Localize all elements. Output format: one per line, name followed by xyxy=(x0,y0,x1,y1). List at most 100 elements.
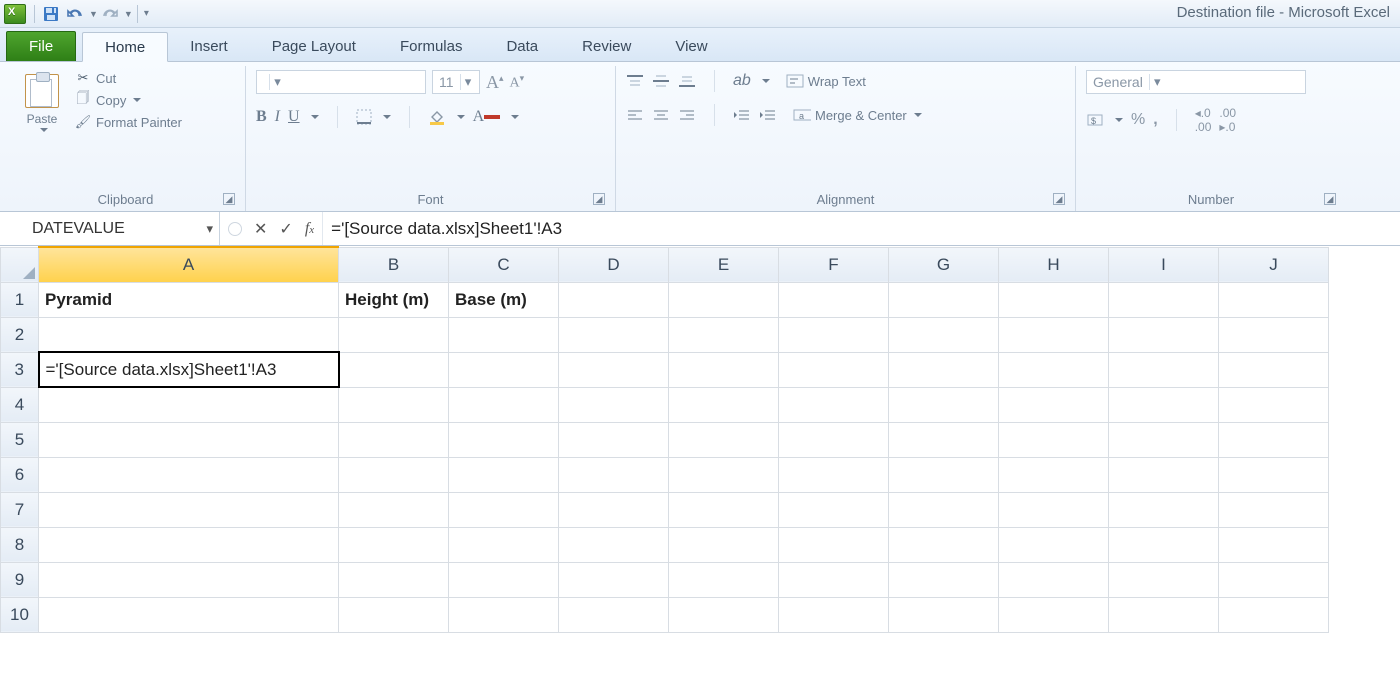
shrink-font-icon[interactable]: A▾ xyxy=(510,73,525,92)
cell[interactable] xyxy=(559,597,669,632)
cell[interactable] xyxy=(1219,422,1329,457)
cell[interactable] xyxy=(559,527,669,562)
decrease-decimal-icon[interactable]: .00▸.0 xyxy=(1219,106,1236,134)
col-header-B[interactable]: B xyxy=(339,247,449,282)
redo-icon[interactable] xyxy=(99,4,121,24)
cell-B1[interactable]: Height (m) xyxy=(339,282,449,317)
row-header[interactable]: 4 xyxy=(1,387,39,422)
select-all-corner[interactable] xyxy=(1,247,39,282)
percent-icon[interactable]: % xyxy=(1131,111,1145,129)
cell[interactable] xyxy=(449,387,559,422)
cell[interactable] xyxy=(669,282,779,317)
col-header-F[interactable]: F xyxy=(779,247,889,282)
tab-insert[interactable]: Insert xyxy=(168,31,250,61)
wrap-text-button[interactable]: Wrap Text xyxy=(786,73,866,89)
cell[interactable] xyxy=(449,317,559,352)
cell[interactable] xyxy=(779,422,889,457)
cell[interactable] xyxy=(39,422,339,457)
cell[interactable] xyxy=(779,317,889,352)
row-header[interactable]: 6 xyxy=(1,457,39,492)
insert-function-button[interactable]: fx xyxy=(305,220,314,238)
cell[interactable] xyxy=(1109,457,1219,492)
tab-file[interactable]: File xyxy=(6,31,76,61)
col-header-A[interactable]: A xyxy=(39,247,339,282)
italic-button[interactable]: I xyxy=(275,108,280,126)
cell[interactable] xyxy=(779,352,889,387)
grow-font-icon[interactable]: A▴ xyxy=(486,72,504,93)
tab-review[interactable]: Review xyxy=(560,31,653,61)
cell[interactable] xyxy=(39,562,339,597)
row-header[interactable]: 3 xyxy=(1,352,39,387)
cell[interactable] xyxy=(999,317,1109,352)
row-header[interactable]: 8 xyxy=(1,527,39,562)
cell[interactable] xyxy=(449,597,559,632)
cell[interactable] xyxy=(1109,317,1219,352)
cell[interactable] xyxy=(1219,457,1329,492)
tab-formulas[interactable]: Formulas xyxy=(378,31,485,61)
row-header[interactable]: 2 xyxy=(1,317,39,352)
cell[interactable] xyxy=(889,457,999,492)
cell[interactable] xyxy=(669,597,779,632)
cell[interactable] xyxy=(559,457,669,492)
fill-color-button[interactable] xyxy=(428,109,446,125)
cell[interactable] xyxy=(339,597,449,632)
cell[interactable] xyxy=(559,387,669,422)
cell-A3-editing[interactable]: ='[Source data.xlsx]Sheet1'!A3 xyxy=(39,352,339,387)
align-top-icon[interactable] xyxy=(626,74,644,88)
col-header-I[interactable]: I xyxy=(1109,247,1219,282)
cell-A1[interactable]: Pyramid xyxy=(39,282,339,317)
cell[interactable] xyxy=(889,387,999,422)
copy-button[interactable]: Copy xyxy=(74,92,182,108)
row-header[interactable]: 7 xyxy=(1,492,39,527)
cell[interactable] xyxy=(889,422,999,457)
cell[interactable] xyxy=(779,527,889,562)
cell[interactable] xyxy=(889,352,999,387)
cell[interactable] xyxy=(339,352,449,387)
font-size-dropdown[interactable]: 11 ▾ xyxy=(432,70,480,94)
cell[interactable] xyxy=(889,562,999,597)
cell[interactable] xyxy=(669,422,779,457)
alignment-launcher-icon[interactable]: ◢ xyxy=(1053,193,1065,205)
cell[interactable] xyxy=(39,492,339,527)
format-painter-button[interactable]: Format Painter xyxy=(74,114,182,130)
font-name-dropdown[interactable]: ▾ xyxy=(256,70,426,94)
decrease-indent-icon[interactable] xyxy=(733,108,751,122)
cell[interactable] xyxy=(1109,597,1219,632)
cell[interactable] xyxy=(889,597,999,632)
save-icon[interactable] xyxy=(40,4,62,24)
bold-button[interactable]: B xyxy=(256,108,267,126)
paste-dropdown-icon[interactable] xyxy=(40,128,48,136)
merge-dropdown-icon[interactable] xyxy=(914,113,922,121)
cell[interactable] xyxy=(779,387,889,422)
cell[interactable] xyxy=(339,387,449,422)
cell[interactable] xyxy=(889,492,999,527)
cell[interactable] xyxy=(559,317,669,352)
cut-button[interactable]: Cut xyxy=(74,70,182,86)
cell[interactable] xyxy=(559,562,669,597)
cell[interactable] xyxy=(999,562,1109,597)
cell[interactable] xyxy=(1219,492,1329,527)
qat-customize-icon[interactable]: ▾ xyxy=(144,8,149,19)
borders-dropdown-icon[interactable] xyxy=(383,115,391,123)
sheet-table[interactable]: A B C D E F G H I J 1 Pyramid Height (m)… xyxy=(0,246,1329,633)
tab-view[interactable]: View xyxy=(653,31,729,61)
cell[interactable] xyxy=(889,527,999,562)
cell[interactable] xyxy=(1109,422,1219,457)
cell[interactable] xyxy=(889,282,999,317)
cell-C1[interactable]: Base (m) xyxy=(449,282,559,317)
row-header[interactable]: 10 xyxy=(1,597,39,632)
cell[interactable] xyxy=(669,352,779,387)
cell[interactable] xyxy=(779,457,889,492)
clipboard-launcher-icon[interactable]: ◢ xyxy=(223,193,235,205)
merge-center-button[interactable]: a Merge & Center xyxy=(793,107,922,123)
cell[interactable] xyxy=(449,457,559,492)
col-header-H[interactable]: H xyxy=(999,247,1109,282)
col-header-E[interactable]: E xyxy=(669,247,779,282)
cell[interactable] xyxy=(339,492,449,527)
cell[interactable] xyxy=(1219,352,1329,387)
cell[interactable] xyxy=(999,422,1109,457)
enter-formula-button[interactable]: ✓ xyxy=(279,219,292,239)
undo-dropdown-icon[interactable]: ▼ xyxy=(89,9,98,19)
undo-icon[interactable] xyxy=(64,4,86,24)
cell[interactable] xyxy=(339,527,449,562)
